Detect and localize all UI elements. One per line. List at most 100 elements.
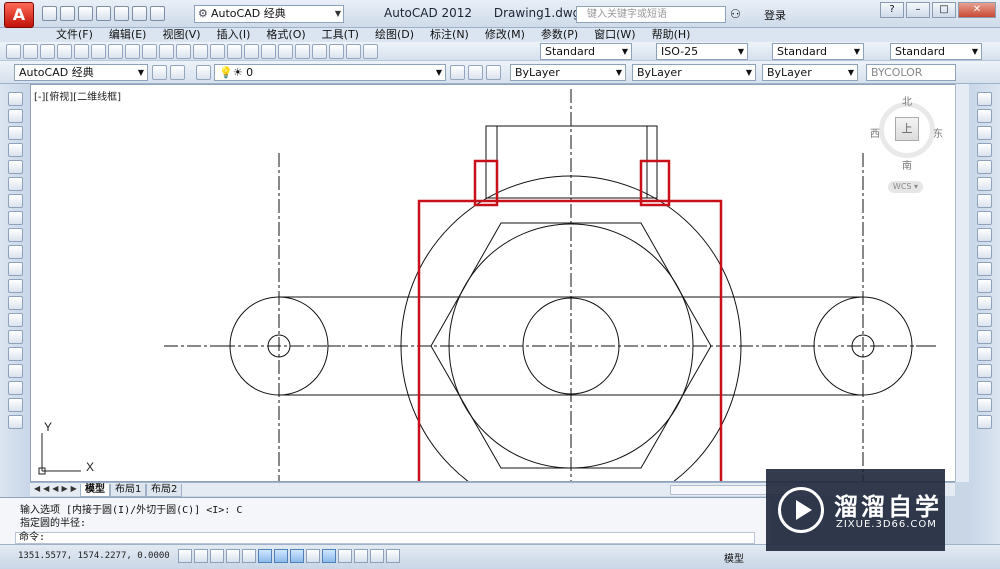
compass-west[interactable]: 西: [870, 125, 880, 140]
model-space-label[interactable]: 模型: [724, 550, 744, 565]
dim-style-select[interactable]: ISO-25 ▼: [656, 43, 748, 60]
new-icon[interactable]: [42, 6, 57, 21]
command-input[interactable]: 命令:: [15, 532, 755, 544]
join-icon[interactable]: [977, 313, 992, 327]
save-icon[interactable]: [78, 6, 93, 21]
copy-object-icon[interactable]: [977, 109, 992, 123]
transparency-icon[interactable]: [354, 549, 368, 563]
construction-line-icon[interactable]: [7, 109, 23, 123]
region-icon[interactable]: [7, 364, 23, 378]
pan-icon[interactable]: [210, 44, 225, 59]
drawing-canvas[interactable]: [-][俯视][二维线框] Y X: [30, 84, 969, 482]
design-center-icon[interactable]: [295, 44, 310, 59]
copy-icon[interactable]: [125, 44, 140, 59]
menu-modify[interactable]: 修改(M): [477, 28, 533, 42]
dynamic-input-icon[interactable]: [322, 549, 336, 563]
tab-model[interactable]: 模型: [80, 484, 110, 497]
menu-file[interactable]: 文件(F): [48, 28, 101, 42]
viewcube-top-face[interactable]: 上: [895, 117, 919, 141]
open-icon[interactable]: [23, 44, 38, 59]
qnew-icon[interactable]: [6, 44, 21, 59]
layer-select[interactable]: 💡☀ 0 ▼: [214, 64, 446, 81]
close-icon[interactable]: ✕: [958, 2, 996, 18]
undo-icon[interactable]: [176, 44, 191, 59]
layer-state-icon[interactable]: [486, 65, 501, 80]
linetype-select[interactable]: ByLayer ▼: [632, 64, 756, 81]
polygon-icon[interactable]: [7, 143, 23, 157]
login-button[interactable]: 登录: [764, 7, 786, 23]
rotate-icon[interactable]: [977, 194, 992, 208]
break-at-point-icon[interactable]: [977, 279, 992, 293]
gear-icon[interactable]: [152, 65, 167, 80]
compass-east[interactable]: 东: [933, 125, 943, 140]
sheet-set-icon[interactable]: [329, 44, 344, 59]
dynamic-ucs-icon[interactable]: [306, 549, 320, 563]
ellipse-icon[interactable]: [7, 245, 23, 259]
zoom-previous-icon[interactable]: [261, 44, 276, 59]
ellipse-arc-icon[interactable]: [7, 262, 23, 276]
polar-tracking-icon[interactable]: [242, 549, 256, 563]
spline-icon[interactable]: [7, 228, 23, 242]
minimize-icon[interactable]: –: [906, 2, 930, 18]
cut-icon[interactable]: [108, 44, 123, 59]
offset-icon[interactable]: [977, 143, 992, 157]
3d-object-snap-icon[interactable]: [274, 549, 288, 563]
table-icon[interactable]: [7, 381, 23, 395]
explode-icon[interactable]: [977, 381, 992, 395]
mleader-style-select[interactable]: Standard ▼: [890, 43, 982, 60]
line-icon[interactable]: [7, 92, 23, 106]
ortho-mode-icon[interactable]: [226, 549, 240, 563]
workspace-combo[interactable]: AutoCAD 经典 ▼: [14, 64, 148, 81]
maximize-icon[interactable]: □: [932, 2, 956, 18]
draw-order-icon[interactable]: [977, 398, 992, 412]
wcs-menu[interactable]: WCS ▾: [888, 181, 923, 193]
tab-layout2[interactable]: 布局2: [146, 484, 183, 497]
selection-cycling-icon[interactable]: [386, 549, 400, 563]
redo-icon[interactable]: [150, 6, 165, 21]
quick-properties-icon[interactable]: [370, 549, 384, 563]
insert-block-icon[interactable]: [7, 279, 23, 293]
break-icon[interactable]: [977, 296, 992, 310]
search-input[interactable]: 键入关键字或短语: [576, 6, 726, 23]
menu-format[interactable]: 格式(O): [258, 28, 313, 42]
publish-icon[interactable]: [91, 44, 106, 59]
color-select[interactable]: ByLayer ▼: [510, 64, 626, 81]
undo-icon[interactable]: [132, 6, 147, 21]
add-selected-icon[interactable]: [7, 415, 23, 429]
extend-icon[interactable]: [977, 262, 992, 276]
point-icon[interactable]: [7, 313, 23, 327]
menu-edit[interactable]: 编辑(E): [101, 28, 155, 42]
viewcube[interactable]: 北 西 东 南 上: [865, 93, 945, 175]
layer-manager-icon[interactable]: [196, 65, 211, 80]
menu-window[interactable]: 窗口(W): [586, 28, 643, 42]
erase-icon[interactable]: [977, 92, 992, 106]
stretch-icon[interactable]: [977, 228, 992, 242]
menu-insert[interactable]: 插入(I): [209, 28, 259, 42]
menu-dimension[interactable]: 标注(N): [422, 28, 477, 42]
application-menu-button[interactable]: A: [4, 2, 34, 28]
blend-icon[interactable]: [977, 364, 992, 378]
fillet-icon[interactable]: [977, 347, 992, 361]
tab-navigation-arrows[interactable]: ◀◀◀▶▶: [34, 484, 80, 493]
menu-draw[interactable]: 绘图(D): [367, 28, 422, 42]
trim-icon[interactable]: [977, 245, 992, 259]
help-button[interactable]: ?: [880, 2, 904, 18]
make-block-icon[interactable]: [7, 296, 23, 310]
zoom-realtime-icon[interactable]: [227, 44, 242, 59]
gradient-icon[interactable]: [7, 347, 23, 361]
tool-palettes-icon[interactable]: [312, 44, 327, 59]
make-current-icon[interactable]: [450, 65, 465, 80]
vertical-scrollbar[interactable]: [955, 84, 969, 482]
paste-icon[interactable]: [142, 44, 157, 59]
infer-constraints-icon[interactable]: [178, 549, 192, 563]
save-icon[interactable]: [40, 44, 55, 59]
print-icon[interactable]: [114, 6, 129, 21]
tab-layout1[interactable]: 布局1: [110, 484, 147, 497]
menu-parametric[interactable]: 参数(P): [533, 28, 586, 42]
properties-palette-icon[interactable]: [977, 415, 992, 429]
text-style-select[interactable]: Standard ▼: [540, 43, 632, 60]
arc-icon[interactable]: [7, 177, 23, 191]
menu-tools[interactable]: 工具(T): [314, 28, 367, 42]
matchprop-icon[interactable]: [159, 44, 174, 59]
circle-icon[interactable]: [7, 194, 23, 208]
